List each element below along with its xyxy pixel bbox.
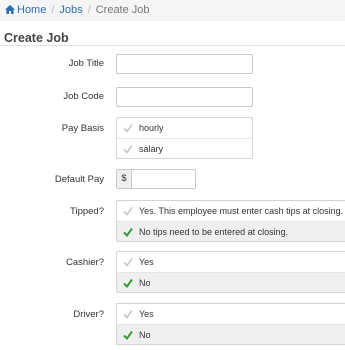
option-label: No tips need to be entered at closing.: [139, 227, 289, 237]
cashier-option-yes[interactable]: Yes: [117, 252, 345, 272]
breadcrumb-separator: /: [51, 4, 55, 16]
check-icon: [123, 227, 133, 237]
pay-basis-option-hourly[interactable]: hourly: [117, 118, 252, 138]
check-icon: [123, 330, 133, 340]
pay-basis-label: Pay Basis: [61, 123, 104, 134]
check-icon: [123, 207, 133, 216]
option-label: Yes: [139, 309, 154, 319]
check-icon: [123, 124, 133, 133]
tipped-option-yes[interactable]: Yes. This employee must enter cash tips …: [117, 201, 345, 221]
driver-option-no[interactable]: No: [117, 324, 345, 344]
pay-basis-options: hourly salary: [116, 117, 253, 159]
option-label: salary: [139, 144, 164, 154]
job-title-label: Job Title: [68, 58, 104, 69]
option-label: hourly: [139, 123, 164, 133]
job-code-label: Job Code: [63, 91, 104, 102]
default-pay-label: Default Pay: [54, 174, 104, 185]
default-pay-group: $: [116, 169, 196, 189]
check-icon: [123, 258, 133, 267]
cashier-options: Yes No: [116, 251, 345, 293]
cashier-label: Cashier?: [65, 257, 104, 268]
job-title-input[interactable]: [116, 54, 253, 74]
page-title: Create Job: [4, 31, 69, 45]
driver-option-yes[interactable]: Yes: [117, 304, 345, 324]
driver-label: Driver?: [73, 309, 104, 320]
pay-basis-option-salary[interactable]: salary: [117, 138, 252, 158]
breadcrumb-separator: /: [87, 4, 91, 16]
tipped-label: Tipped?: [70, 206, 104, 217]
breadcrumb: Home / Jobs / Create Job: [0, 0, 345, 21]
tipped-options: Yes. This employee must enter cash tips …: [116, 200, 345, 242]
title-divider: [0, 45, 345, 46]
check-icon: [123, 310, 133, 319]
cashier-option-no[interactable]: No: [117, 272, 345, 292]
breadcrumb-current: Create Job: [95, 4, 150, 16]
option-label: No: [139, 278, 151, 288]
tipped-option-no[interactable]: No tips need to be entered at closing.: [117, 221, 345, 241]
job-code-input[interactable]: [116, 87, 253, 107]
option-label: No: [139, 330, 151, 340]
home-icon: [5, 5, 15, 14]
option-label: Yes: [139, 257, 154, 267]
currency-prefix: $: [117, 170, 132, 188]
breadcrumb-jobs-link[interactable]: Jobs: [59, 4, 82, 16]
breadcrumb-home-label: Home: [17, 4, 47, 16]
check-icon: [123, 278, 133, 288]
check-icon: [123, 145, 133, 154]
driver-options: Yes No: [116, 303, 345, 345]
default-pay-input[interactable]: [133, 170, 195, 188]
breadcrumb-home-link[interactable]: Home: [5, 4, 46, 16]
option-label: Yes. This employee must enter cash tips …: [139, 206, 344, 216]
